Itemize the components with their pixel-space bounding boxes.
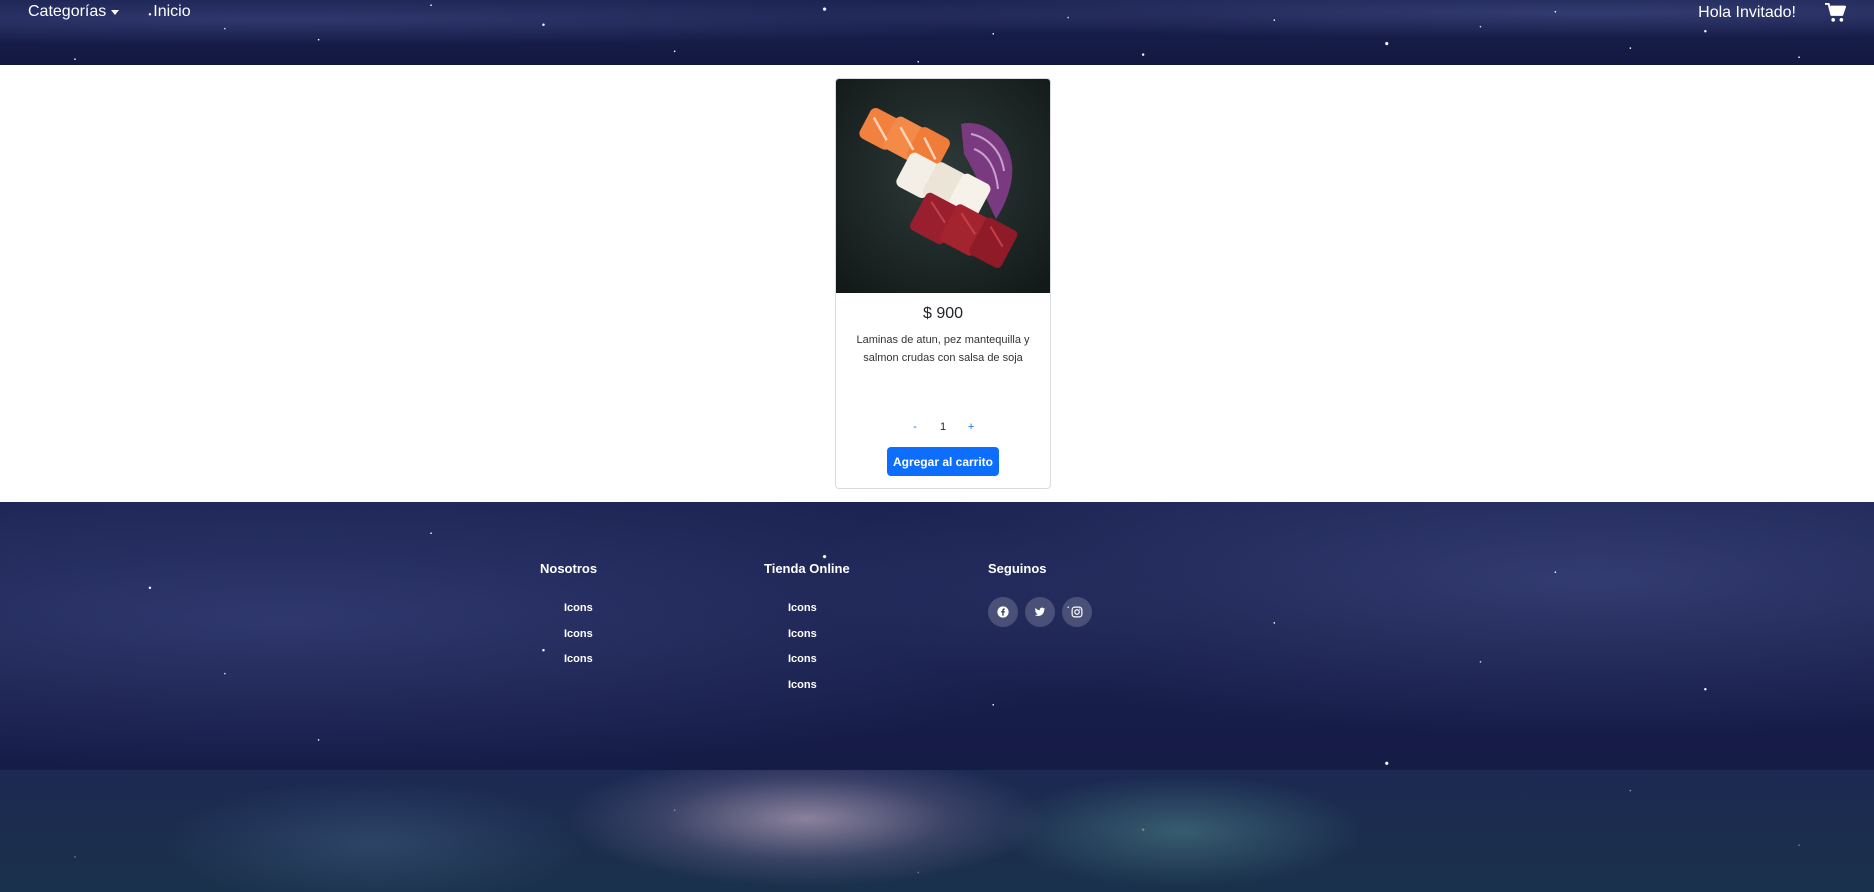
shopping-cart-icon[interactable] (1824, 3, 1846, 23)
site-header: Categorías Inicio Hola Invitado! (0, 0, 1874, 65)
home-link[interactable]: Inicio (153, 3, 190, 21)
categories-label: Categorías (28, 3, 107, 20)
product-section: $ 900 Laminas de atun, pez mantequilla y… (0, 65, 1874, 502)
instagram-icon (1071, 606, 1083, 618)
quantity-stepper: - 1 + (836, 421, 1050, 433)
add-to-cart-button[interactable]: Agregar al carrito (887, 447, 999, 476)
footer-column-title: Tienda Online (764, 561, 850, 576)
user-greeting: Hola Invitado! (1698, 4, 1796, 21)
footer-link-list: Icons Icons Icons (540, 602, 597, 679)
footer-link[interactable]: Icons (764, 653, 850, 679)
footer-link[interactable]: Icons (764, 602, 850, 628)
facebook-icon (997, 606, 1009, 618)
footer-column-title: Seguinos (988, 561, 1047, 576)
user-area: Hola Invitado! (1698, 3, 1846, 23)
footer-link[interactable]: Icons (540, 628, 597, 654)
twitter-icon (1034, 607, 1046, 616)
increment-button[interactable]: + (966, 421, 976, 433)
decrement-button[interactable]: - (910, 421, 920, 433)
footer-link[interactable]: Icons (540, 653, 597, 679)
instagram-button[interactable] (1062, 597, 1092, 627)
main-nav: Categorías Inicio (28, 3, 191, 21)
product-image[interactable] (836, 79, 1050, 293)
footer-column-tienda-online: Tienda Online Icons Icons Icons Icons (764, 561, 850, 704)
product-card: $ 900 Laminas de atun, pez mantequilla y… (835, 78, 1051, 489)
footer-link[interactable]: Icons (764, 679, 850, 705)
product-description: Laminas de atun, pez mantequilla y salmo… (856, 334, 1030, 364)
quantity-value: 1 (939, 421, 947, 433)
site-footer: Nosotros Icons Icons Icons Tienda Online… (0, 502, 1874, 892)
chevron-down-icon (111, 10, 120, 15)
twitter-button[interactable] (1025, 597, 1055, 627)
facebook-button[interactable] (988, 597, 1018, 627)
footer-column-seguinos: Seguinos (988, 561, 1092, 627)
footer-link[interactable]: Icons (764, 628, 850, 654)
footer-link[interactable]: Icons (540, 602, 597, 628)
footer-link-list: Icons Icons Icons Icons (764, 602, 850, 704)
footer-column-title: Nosotros (540, 561, 598, 576)
footer-column-nosotros: Nosotros Icons Icons Icons (540, 561, 597, 679)
footer-milkyway-background (0, 770, 1874, 892)
product-price: $ 900 (922, 305, 964, 322)
social-links (988, 597, 1092, 627)
categories-dropdown[interactable]: Categorías (28, 3, 120, 21)
